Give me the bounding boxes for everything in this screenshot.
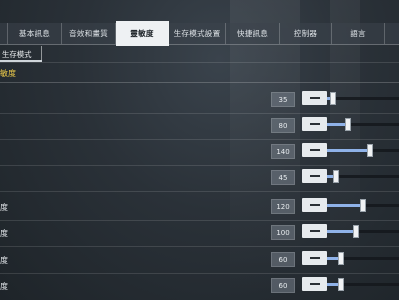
decrease-button[interactable] (302, 224, 327, 238)
tab-language[interactable]: 語言 (332, 23, 385, 44)
tab-next[interactable] (385, 23, 399, 44)
section-title: 敏度 (0, 69, 16, 78)
tab-survival-settings[interactable]: 生存模式設置 (169, 23, 226, 44)
slider-track[interactable] (327, 278, 399, 291)
minus-icon (309, 149, 320, 151)
tab-previous[interactable] (0, 23, 8, 44)
sensitivity-row: 度 100 (0, 221, 399, 247)
slider-handle[interactable] (345, 118, 351, 131)
tab-label: 音效和畫質 (69, 29, 108, 38)
settings-tab-bar: 基本訊息 音效和畫質 靈敏度 生存模式設置 快捷訊息 控制器 語言 (0, 21, 399, 46)
decrease-button[interactable] (302, 169, 327, 183)
decrease-button[interactable] (302, 91, 327, 105)
section-divider (0, 82, 399, 83)
decrease-button[interactable] (302, 198, 327, 212)
sensitivity-row: 度 60 (0, 274, 399, 300)
slider-track[interactable] (327, 118, 399, 131)
slider-track[interactable] (327, 92, 399, 105)
minus-icon (309, 230, 320, 232)
minus-icon (309, 97, 320, 99)
minus-icon (309, 257, 320, 259)
sensitivity-row: 度 120 (0, 195, 399, 221)
minus-icon (309, 204, 320, 206)
tab-label: 靈敏度 (130, 29, 154, 38)
value-box[interactable]: 120 (271, 199, 295, 214)
row-label: 度 (0, 229, 8, 238)
value-box[interactable]: 35 (271, 92, 295, 107)
tab-quick-messages[interactable]: 快捷訊息 (226, 23, 280, 44)
slider-track[interactable] (327, 252, 399, 265)
sensitivity-row: 80 (0, 114, 399, 140)
slider-track[interactable] (327, 225, 399, 238)
minus-icon (309, 123, 320, 125)
tab-controller[interactable]: 控制器 (280, 23, 332, 44)
decrease-button[interactable] (302, 117, 327, 131)
divider (0, 62, 399, 63)
slider-track[interactable] (327, 170, 399, 183)
sensitivity-row: 度 60 (0, 248, 399, 274)
slider-fill (327, 149, 370, 152)
sensitivity-row: 140 (0, 140, 399, 166)
tab-label: 快捷訊息 (236, 29, 269, 38)
row-divider (0, 191, 399, 192)
value-box[interactable]: 60 (271, 252, 295, 267)
row-label: 度 (0, 256, 8, 265)
decrease-button[interactable] (302, 277, 327, 291)
sensitivity-row: 35 (0, 88, 399, 114)
tab-sensitivity[interactable]: 靈敏度 (116, 21, 169, 46)
slider-handle[interactable] (353, 225, 359, 238)
slider-handle[interactable] (333, 170, 339, 183)
decrease-button[interactable] (302, 143, 327, 157)
tab-label: 基本訊息 (18, 29, 51, 38)
tab-audio-graphics[interactable]: 音效和畫質 (62, 23, 116, 44)
value-box[interactable]: 60 (271, 278, 295, 293)
slider-fill (327, 230, 356, 233)
tab-basic-info[interactable]: 基本訊息 (8, 23, 62, 44)
tab-label: 控制器 (293, 29, 318, 38)
minus-icon (309, 175, 320, 177)
value-box[interactable]: 140 (271, 144, 295, 159)
slider-track[interactable] (327, 199, 399, 212)
row-label: 度 (0, 203, 8, 212)
subtab-label: 生存模式 (2, 49, 32, 59)
value-box[interactable]: 80 (271, 118, 295, 133)
slider-handle[interactable] (338, 278, 344, 291)
row-label: 度 (0, 282, 8, 291)
row-divider (0, 246, 399, 247)
value-box[interactable]: 100 (271, 225, 295, 240)
sub-tab-bar: 生存模式 (0, 44, 399, 62)
tab-label: 生存模式設置 (173, 29, 221, 38)
slider-handle[interactable] (367, 144, 373, 157)
value-box[interactable]: 45 (271, 170, 295, 185)
sensitivity-row: 45 (0, 166, 399, 192)
tab-label: 語言 (350, 29, 366, 38)
slider-handle[interactable] (330, 92, 336, 105)
decrease-button[interactable] (302, 251, 327, 265)
slider-fill (327, 204, 363, 207)
slider-track[interactable] (327, 144, 399, 157)
slider-handle[interactable] (360, 199, 366, 212)
slider-handle[interactable] (338, 252, 344, 265)
minus-icon (309, 283, 320, 285)
